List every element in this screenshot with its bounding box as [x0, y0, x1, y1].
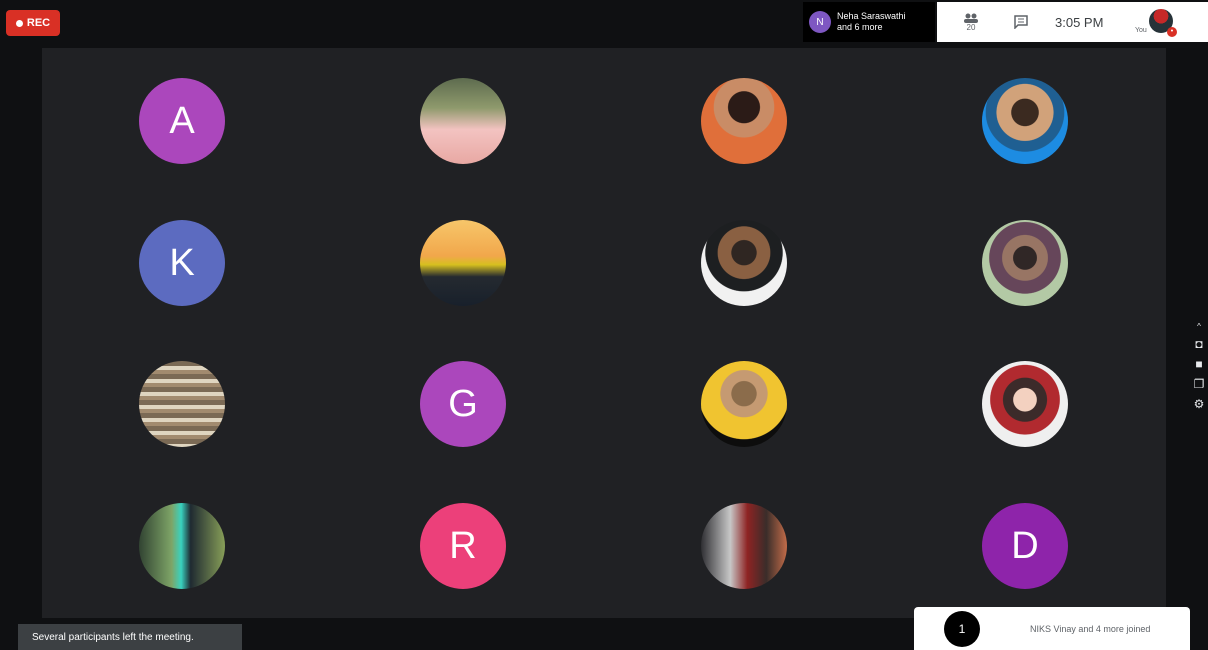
clock: 3:05 PM	[1055, 14, 1104, 30]
participant-photo-man-blue-background[interactable]	[982, 78, 1068, 164]
presence-line-2: and 6 more	[837, 22, 883, 32]
join-notification-text: NIKS Vinay and 4 more joined	[1030, 623, 1151, 634]
settings-icon[interactable]: ⚙	[1194, 397, 1205, 411]
participant-tile-a[interactable]: A	[139, 78, 225, 164]
presence-avatar: N	[809, 11, 831, 33]
record-dot-icon	[15, 19, 23, 27]
people-icon	[964, 13, 978, 23]
participant-tile-r[interactable]: R	[420, 503, 506, 589]
participant-grid: A K G R D	[42, 48, 1166, 618]
presence-line-1: Neha Saraswathi	[837, 11, 906, 21]
chat-button[interactable]	[1003, 7, 1039, 37]
participant-tile-g[interactable]: G	[420, 361, 506, 447]
self-label: You	[1135, 27, 1147, 34]
participant-photo-woman-orange-top[interactable]	[701, 78, 787, 164]
participant-photo-woman-yellow-dress[interactable]	[701, 361, 787, 447]
participant-photo-yellow-sports-car[interactable]	[420, 220, 506, 306]
participant-tile-k[interactable]: K	[139, 220, 225, 306]
chat-icon	[1014, 15, 1028, 29]
self-account[interactable]: You •	[1135, 5, 1177, 39]
notification-badge: •	[1167, 27, 1177, 37]
presence-text: Neha Saraswathi and 6 more	[837, 11, 906, 33]
camera-icon[interactable]: ◘	[1195, 337, 1202, 351]
participant-photo-man-white-background[interactable]	[701, 220, 787, 306]
participant-tile-d[interactable]: D	[982, 503, 1068, 589]
recording-label: REC	[26, 17, 51, 29]
video-icon[interactable]: ■	[1195, 357, 1202, 371]
people-button[interactable]: 20	[951, 7, 991, 37]
participant-photo-man-outdoors[interactable]	[982, 220, 1068, 306]
copy-icon[interactable]: ❐	[1194, 377, 1205, 391]
meeting-notice: Several participants left the meeting.	[18, 624, 242, 650]
top-bar: REC N Neha Saraswathi and 6 more 20 3:05…	[0, 0, 1208, 46]
join-notification[interactable]: 1 NIKS Vinay and 4 more joined	[914, 607, 1190, 650]
collapse-tools-icon[interactable]: ^	[1197, 322, 1201, 331]
recording-indicator[interactable]: REC	[6, 10, 60, 36]
participant-photo-cartoon-girl-hat[interactable]	[982, 361, 1068, 447]
participant-photo-stacked-books[interactable]	[139, 361, 225, 447]
participant-presence-panel[interactable]: N Neha Saraswathi and 6 more	[803, 2, 935, 42]
participant-photo-man-outdoor-green[interactable]	[139, 503, 225, 589]
participant-photo-man-red-wall[interactable]	[701, 503, 787, 589]
participant-photo-woman-pink-dress[interactable]	[420, 78, 506, 164]
side-tools: ^ ◘ ■ ❐ ⚙	[1190, 322, 1208, 422]
meeting-controls: 20 3:05 PM You •	[937, 2, 1208, 42]
people-count: 20	[966, 22, 976, 32]
join-avatar: 1	[944, 610, 980, 647]
